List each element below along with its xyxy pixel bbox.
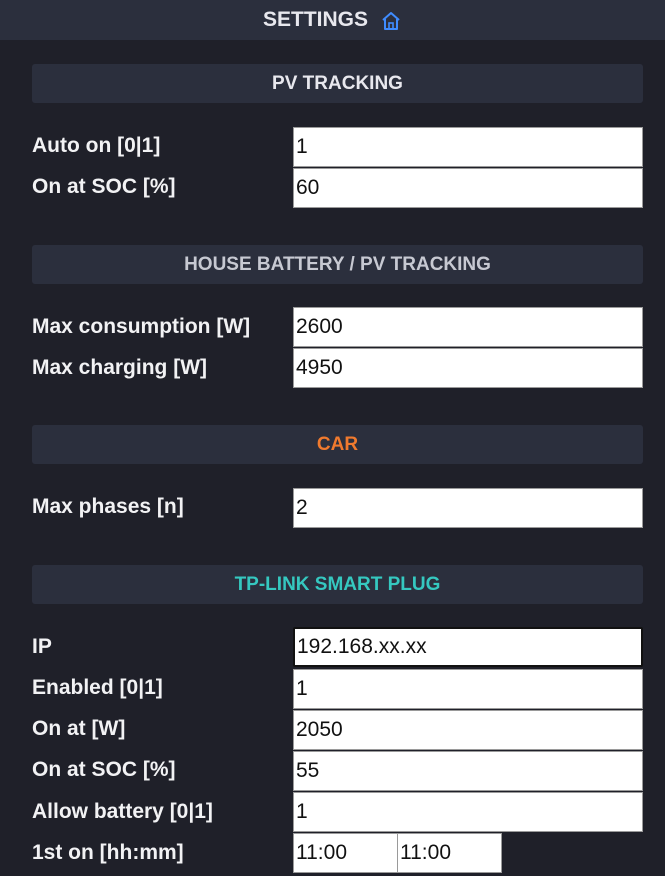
label-auto-on: Auto on [0|1]: [32, 134, 161, 157]
label-on-at-soc: On at SOC [%]: [32, 175, 176, 198]
ip-input[interactable]: [293, 627, 643, 667]
section-header-car: CAR: [32, 425, 643, 464]
enabled-input[interactable]: [293, 669, 643, 709]
label-allow-battery: Allow battery [0|1]: [32, 800, 213, 823]
page-header: SETTINGS: [0, 0, 665, 40]
auto-on-input[interactable]: [293, 127, 643, 167]
label-first-on: 1st on [hh:mm]: [32, 841, 184, 864]
first-on-to-input[interactable]: [397, 833, 502, 873]
section-header-pv-tracking: PV TRACKING: [32, 64, 643, 103]
first-on-from-input[interactable]: [293, 833, 398, 873]
label-max-charging: Max charging [W]: [32, 356, 208, 379]
max-charging-input[interactable]: [293, 348, 643, 388]
plug-on-at-soc-input[interactable]: [293, 751, 643, 791]
label-max-consumption: Max consumption [W]: [32, 315, 251, 338]
max-phases-input[interactable]: [293, 488, 643, 528]
max-consumption-input[interactable]: [293, 307, 643, 347]
on-at-soc-input[interactable]: [293, 168, 643, 208]
home-icon[interactable]: [380, 10, 402, 32]
on-at-w-input[interactable]: [293, 710, 643, 750]
label-max-phases: Max phases [n]: [32, 495, 184, 518]
allow-battery-input[interactable]: [293, 792, 643, 832]
label-on-at-w: On at [W]: [32, 717, 126, 740]
label-enabled: Enabled [0|1]: [32, 676, 163, 699]
section-header-smart-plug: TP-LINK SMART PLUG: [32, 565, 643, 604]
label-plug-on-at-soc: On at SOC [%]: [32, 758, 176, 781]
page-title: SETTINGS: [262, 8, 368, 31]
label-ip: IP: [32, 635, 52, 658]
section-header-house-battery: HOUSE BATTERY / PV TRACKING: [32, 245, 643, 284]
